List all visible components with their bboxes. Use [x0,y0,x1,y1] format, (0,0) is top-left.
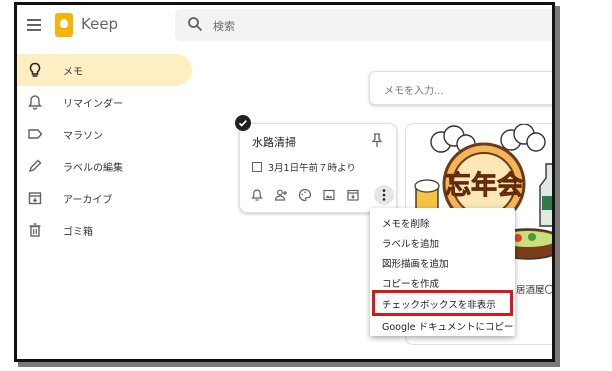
sidebar-item-reminders[interactable]: リマインダー [17,86,192,118]
image-note-caption: 居酒屋〇 [516,285,555,296]
search-icon[interactable] [187,16,203,32]
sidebar-item-archive[interactable]: アーカイブ [17,182,192,214]
highlight-box [372,290,513,316]
sign-text: 忘年会 [445,170,523,201]
pencil-icon [28,159,42,173]
sidebar-item-notes[interactable]: メモ [17,54,192,86]
note-context-menu: メモを削除 ラベルを追加 図形描画を追加 コピーを作成 チェックボックスを非表示… [370,208,515,336]
menu-item-delete-note[interactable]: メモを削除 [382,216,430,230]
sidebar-item-label: マラソン [63,131,103,142]
frame-shadow-right [555,6,560,366]
reminder-icon[interactable] [250,188,264,202]
palette-icon[interactable] [298,188,312,202]
frame-shadow-bottom [18,362,560,367]
menu-item-add-label[interactable]: ラベルを追加 [382,236,439,250]
select-note-check-icon[interactable] [235,115,251,131]
checkbox[interactable] [252,162,262,172]
sidebar-item-edit-labels[interactable]: ラベルの編集 [17,150,192,182]
main-menu-icon[interactable] [27,19,41,31]
sidebar-item-label: リマインダー [63,99,123,110]
trash-icon [29,223,41,237]
collaborator-icon[interactable] [274,188,288,202]
sidebar-item-label: ラベルの編集 [63,163,123,174]
bell-icon [28,95,42,110]
sidebar-item-label: アーカイブ [63,195,113,206]
label-icon [28,129,43,139]
screenshot-frame: Keep 検索 メモ リマインダー マラソン ラベルの編集 アーカイブ ゴミ箱 … [14,2,555,362]
archive-icon [28,192,42,205]
keep-logo-icon [55,13,73,37]
menu-item-make-copy[interactable]: コピーを作成 [382,276,439,290]
lightbulb-icon [29,62,41,77]
search-input[interactable]: 検索 [213,18,235,34]
search-bar[interactable]: 検索 [175,9,552,41]
note-title: 水路清掃 [252,136,296,149]
sidebar-item-label: ゴミ箱 [63,227,93,238]
archive-icon[interactable] [346,188,360,202]
menu-item-copy-to-google-docs[interactable]: Google ドキュメントにコピー [382,319,514,333]
sidebar-item-label: メモ [63,67,83,78]
more-options-button[interactable] [374,185,394,205]
more-vert-icon [382,189,386,201]
note-card[interactable]: 水路清掃 3月1日午前７時より [239,123,397,213]
image-icon[interactable] [322,188,336,202]
checklist-item: 3月1日午前７時より [268,163,356,174]
take-note-placeholder: メモを入力... [384,86,444,97]
take-note-input[interactable]: メモを入力... [369,71,552,105]
menu-item-add-drawing[interactable]: 図形描画を追加 [382,256,449,270]
pin-icon[interactable] [370,132,384,148]
app-title: Keep [81,15,119,33]
sidebar-item-trash[interactable]: ゴミ箱 [17,214,192,246]
top-bar: Keep 検索 [17,5,552,49]
sidebar-item-marathon[interactable]: マラソン [17,118,192,150]
